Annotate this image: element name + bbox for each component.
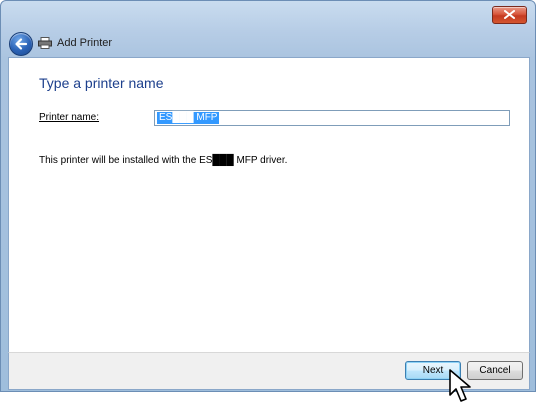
printer-name-input[interactable]: ES███ MFP bbox=[154, 110, 510, 126]
window-title: Add Printer bbox=[57, 37, 113, 49]
close-icon bbox=[504, 10, 515, 19]
navigation-bar: Add Printer bbox=[1, 29, 535, 56]
printer-name-value: ES███ MFP bbox=[157, 112, 220, 124]
title-bar[interactable] bbox=[1, 1, 535, 28]
back-button[interactable] bbox=[9, 32, 33, 56]
wizard-content: Type a printer name Printer name: ES███ … bbox=[8, 57, 530, 353]
printer-icon bbox=[38, 37, 52, 49]
back-arrow-icon bbox=[15, 38, 28, 50]
mouse-cursor-icon bbox=[449, 369, 471, 402]
page-heading: Type a printer name bbox=[39, 75, 164, 91]
printer-name-label: Printer name: bbox=[39, 112, 99, 123]
close-button[interactable] bbox=[492, 6, 527, 24]
driver-info-text: This printer will be installed with the … bbox=[39, 155, 288, 166]
printer-name-label-text: Printer name: bbox=[39, 112, 100, 123]
cancel-button[interactable]: Cancel bbox=[467, 361, 523, 380]
add-printer-window: Add Printer Type a printer name Printer … bbox=[0, 0, 536, 392]
